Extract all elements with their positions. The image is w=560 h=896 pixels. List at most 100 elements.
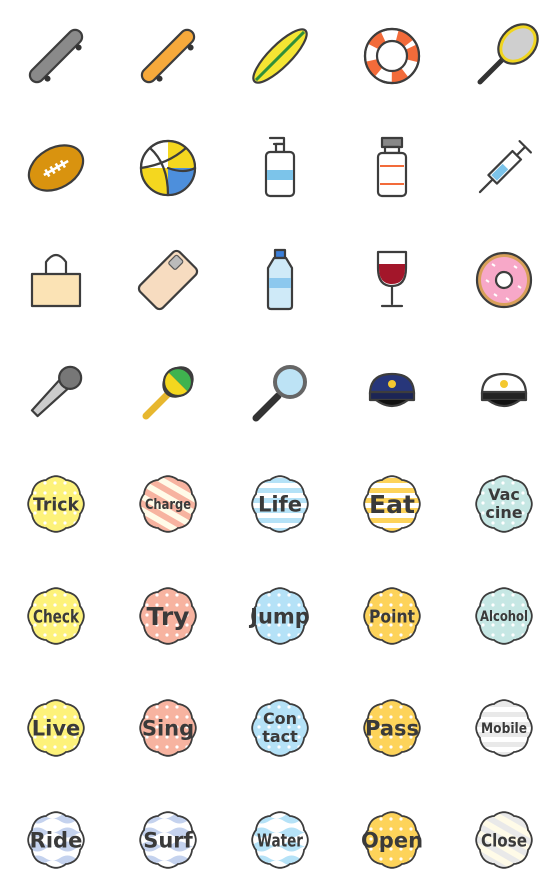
vaccine-vial-icon bbox=[376, 136, 408, 198]
badge-contact: Contact bbox=[251, 699, 309, 757]
volleyball-icon bbox=[139, 139, 197, 197]
badge-label: Pass bbox=[365, 717, 419, 741]
water-bottle-icon bbox=[266, 248, 294, 311]
sticker-badge-life[interactable]: Life bbox=[224, 448, 336, 560]
badge-label: Close bbox=[481, 830, 527, 851]
sticker-badge-check[interactable]: Check bbox=[0, 560, 112, 672]
sticker-surfboard[interactable] bbox=[224, 0, 336, 112]
police-cap-icon bbox=[368, 372, 416, 408]
sticker-microphone[interactable] bbox=[0, 336, 112, 448]
badge-label: Alcohol bbox=[480, 609, 528, 625]
badge-check: Check bbox=[27, 587, 85, 645]
badge-label: Water bbox=[257, 830, 303, 851]
badge-sing: Sing bbox=[139, 699, 197, 757]
sticker-badge-trick[interactable]: Trick bbox=[0, 448, 112, 560]
badge-point: Point bbox=[363, 587, 421, 645]
badge-label: Trick bbox=[33, 494, 80, 515]
sticker-badge-point[interactable]: Point bbox=[336, 560, 448, 672]
tennis-racket-icon bbox=[477, 23, 539, 85]
sticker-magnifying-glass[interactable] bbox=[224, 336, 336, 448]
rugby-ball-icon bbox=[27, 144, 85, 192]
badge-label: Surf bbox=[143, 829, 193, 853]
badge-charge: Charge bbox=[139, 475, 197, 533]
sticker-badge-jump[interactable]: Jump bbox=[224, 560, 336, 672]
lifebuoy-icon bbox=[363, 27, 421, 85]
badge-ride: Ride bbox=[27, 811, 85, 869]
shopping-bag-icon bbox=[30, 253, 82, 308]
sticker-lifebuoy[interactable] bbox=[336, 0, 448, 112]
sticker-tennis-racket[interactable] bbox=[448, 0, 560, 112]
sticker-badge-water[interactable]: Water bbox=[224, 784, 336, 896]
badge-vaccine: Vaccine bbox=[475, 475, 533, 533]
badge-label: Ride bbox=[30, 829, 83, 853]
badge-label: Mobile bbox=[481, 721, 527, 737]
badge-label: Open bbox=[361, 829, 423, 853]
sticker-badge-try[interactable]: Try bbox=[112, 560, 224, 672]
badge-mobile: Mobile bbox=[475, 699, 533, 757]
badge-jump: Jump bbox=[248, 587, 310, 645]
badge-trick: Trick bbox=[27, 475, 85, 533]
sticker-badge-ride[interactable]: Ride bbox=[0, 784, 112, 896]
sticker-donut[interactable] bbox=[448, 224, 560, 336]
sticker-badge-vaccine[interactable]: Vac cine bbox=[448, 448, 560, 560]
sticker-badge-close[interactable]: Close bbox=[448, 784, 560, 896]
badge-water: Water bbox=[251, 811, 309, 869]
syringe-icon bbox=[478, 140, 532, 194]
surfboard-icon bbox=[252, 28, 308, 84]
wine-glass-icon bbox=[376, 250, 408, 308]
sticker-badge-pass[interactable]: Pass bbox=[336, 672, 448, 784]
badge-alcohol: Alcohol bbox=[475, 587, 533, 645]
badge-label: Live bbox=[32, 717, 81, 741]
badge-eat: Eat bbox=[363, 475, 421, 533]
donut-icon bbox=[475, 251, 533, 309]
sticker-captain-cap[interactable] bbox=[448, 336, 560, 448]
sticker-police-cap[interactable] bbox=[336, 336, 448, 448]
captain-cap-icon bbox=[480, 372, 528, 408]
badge-label: Check bbox=[33, 606, 80, 627]
sticker-water-bottle[interactable] bbox=[224, 224, 336, 336]
badge-close: Close bbox=[475, 811, 533, 869]
sticker-badge-mobile[interactable]: Mobile bbox=[448, 672, 560, 784]
sticker-grid: Trick Charge Life Eat Vac cine Check Try Jump Poi… bbox=[0, 0, 560, 896]
sticker-badge-contact[interactable]: Con tact bbox=[224, 672, 336, 784]
badge-life: Life bbox=[251, 475, 309, 533]
sticker-shopping-bag[interactable] bbox=[0, 224, 112, 336]
sticker-badge-open[interactable]: Open bbox=[336, 784, 448, 896]
sticker-sanitizer-pump-bottle[interactable] bbox=[224, 112, 336, 224]
sticker-vaccine-vial[interactable] bbox=[336, 112, 448, 224]
sticker-volleyball[interactable] bbox=[112, 112, 224, 224]
sticker-syringe[interactable] bbox=[448, 112, 560, 224]
sticker-badge-live[interactable]: Live bbox=[0, 672, 112, 784]
badge-open: Open bbox=[361, 811, 423, 869]
sticker-smartphone[interactable] bbox=[112, 224, 224, 336]
sticker-badge-charge[interactable]: Charge bbox=[112, 448, 224, 560]
badge-live: Live bbox=[27, 699, 85, 757]
microphone-icon bbox=[30, 365, 83, 418]
sticker-wine-glass[interactable] bbox=[336, 224, 448, 336]
sanitizer-pump-bottle-icon bbox=[264, 136, 296, 198]
sticker-badge-alcohol[interactable]: Alcohol bbox=[448, 560, 560, 672]
sticker-skateboard-gray[interactable] bbox=[0, 0, 112, 112]
maraca-icon bbox=[142, 366, 194, 420]
badge-label: cine bbox=[485, 503, 522, 522]
badge-pass: Pass bbox=[363, 699, 421, 757]
badge-label: Charge bbox=[145, 497, 191, 513]
badge-label: Vac bbox=[488, 485, 520, 504]
badge-label: Try bbox=[147, 602, 190, 631]
sticker-badge-sing[interactable]: Sing bbox=[112, 672, 224, 784]
skateboard-orange-icon bbox=[140, 28, 196, 84]
badge-label: tact bbox=[262, 727, 298, 746]
badge-label: Point bbox=[369, 606, 415, 627]
sticker-badge-eat[interactable]: Eat bbox=[336, 448, 448, 560]
sticker-rugby-ball[interactable] bbox=[0, 112, 112, 224]
badge-label: Eat bbox=[369, 490, 415, 519]
sticker-maraca[interactable] bbox=[112, 336, 224, 448]
badge-label: Sing bbox=[142, 717, 194, 741]
sticker-skateboard-orange[interactable] bbox=[112, 0, 224, 112]
smartphone-icon bbox=[137, 249, 199, 311]
badge-label: Con bbox=[263, 709, 297, 728]
magnifying-glass-icon bbox=[252, 365, 307, 422]
skateboard-gray-icon bbox=[28, 28, 84, 84]
sticker-badge-surf[interactable]: Surf bbox=[112, 784, 224, 896]
badge-try: Try bbox=[139, 587, 197, 645]
